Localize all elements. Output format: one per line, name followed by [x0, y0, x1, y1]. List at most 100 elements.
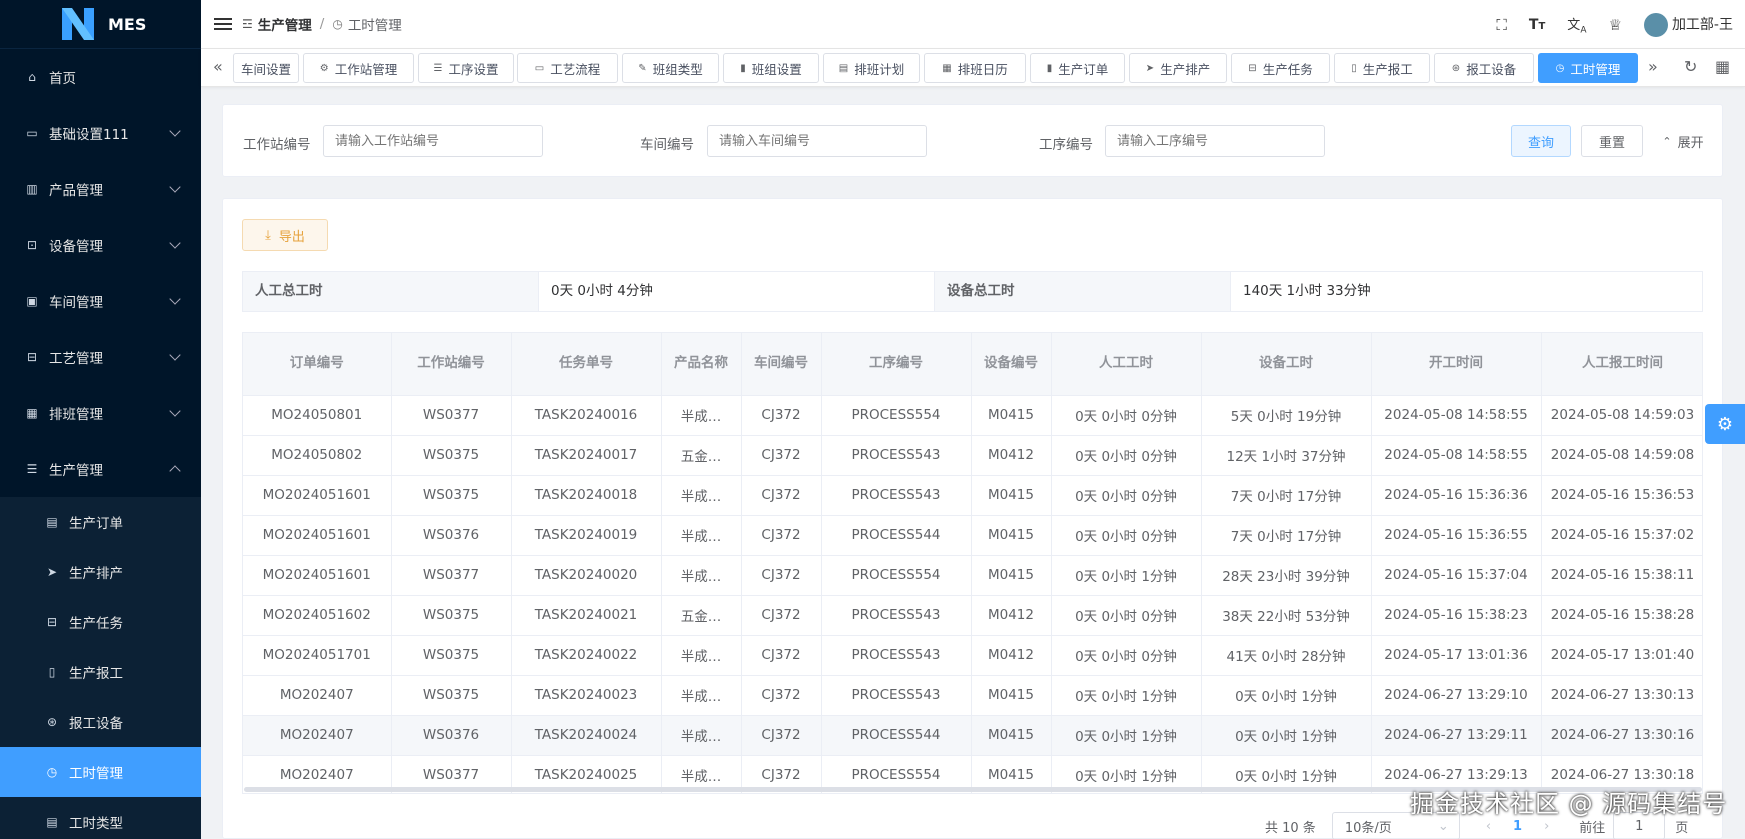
table-cell: M0415 — [971, 395, 1052, 436]
sidebar-subitem[interactable]: ⊟ 生产任务 — [0, 597, 201, 647]
sidebar-subitem[interactable]: ⊛ 报工设备 — [0, 697, 201, 747]
table-cell: CJ372 — [741, 595, 822, 636]
table-cell: TASK20240020 — [511, 555, 662, 596]
process-code-input[interactable] — [1105, 125, 1325, 157]
sidebar-subitem[interactable]: ▤ 生产订单 — [0, 497, 201, 547]
table-cell: 五金… — [661, 595, 742, 636]
table-row[interactable]: MO202407 WS0375 TASK20240023 半成… CJ372 PROCES… — [243, 675, 1702, 716]
tab[interactable]: ▮ 生产订单 — [1030, 53, 1125, 83]
tab-label: 工作站管理 — [334, 61, 398, 77]
tab[interactable]: ▦ 排班日历 — [924, 53, 1026, 83]
logo[interactable]: MES — [0, 0, 201, 49]
bell-icon[interactable]: ♕ — [1608, 16, 1621, 34]
scroll-right-icon[interactable]: » — [1648, 57, 1658, 76]
table-cell: MO202407 — [243, 715, 392, 756]
sidebar-item[interactable]: ☰ 生产管理 — [0, 441, 201, 497]
user-menu[interactable]: 加工部-王 — [1643, 12, 1733, 37]
tab[interactable]: ⊟ 生产任务 — [1231, 53, 1330, 83]
tab[interactable]: ▯ 生产报工 — [1334, 53, 1430, 83]
goto-page-value: 1 — [1635, 818, 1644, 834]
tab[interactable]: ➤ 生产排产 — [1129, 53, 1227, 83]
table-row[interactable]: MO2024051602 WS0375 TASK20240021 五金… CJ372 PR… — [243, 595, 1702, 636]
table-body: MO24050801 WS0377 TASK20240016 半成… CJ372 PROC… — [243, 395, 1702, 793]
export-button[interactable]: ⤓ 导出 — [242, 219, 328, 251]
table-row[interactable]: MO24050801 WS0377 TASK20240016 半成… CJ372 PROC… — [243, 395, 1702, 436]
table-header-row: 订单编号 工作站编号 任务单号 产品名称 车间编号 工序编号 设备编号 人工工时 设备工时 开工时… — [243, 333, 1702, 396]
fullscreen-icon[interactable]: ⛶ — [1496, 16, 1507, 34]
total-count: 共 10 条 — [1265, 820, 1316, 836]
table-row[interactable]: MO202407 WS0376 TASK20240024 半成… CJ372 PROCES… — [243, 715, 1702, 756]
settings-button[interactable]: ⚙ — [1705, 404, 1745, 444]
sidebar-subitem-label: 生产订单 — [69, 516, 123, 532]
tab-label: 工时管理 — [1570, 61, 1621, 77]
sidebar-item[interactable]: ⌂ 首页 — [0, 49, 201, 105]
tab-icon: ▭ — [534, 62, 545, 74]
sidebar-subitem[interactable]: ◷ 工时管理 — [0, 747, 201, 797]
page-number-current[interactable]: 1 — [1513, 819, 1522, 834]
tab[interactable]: ◷ 工时管理 — [1538, 53, 1638, 83]
sidebar-item[interactable]: ▭ 基础设置111 — [0, 105, 201, 161]
table-cell: MO2024051601 — [243, 475, 392, 516]
workshop-code-input[interactable] — [707, 125, 927, 157]
tab[interactable]: ☰ 工序设置 — [418, 53, 514, 83]
query-button[interactable]: 查询 — [1511, 125, 1571, 157]
table-row[interactable]: MO2024051601 WS0377 TASK20240020 半成… CJ372 PR… — [243, 555, 1702, 596]
scroll-left-icon[interactable]: « — [213, 57, 223, 76]
sidebar-menu: ⌂ 首页 ▭ 基础设置111 ▥ 产品管理 ⊡ 设备管理 ▣ 车间管理 ⊟ 工艺管理 ▦ 排班管理 ☰ 生产管… — [0, 49, 201, 839]
briefcase-icon: ⊟ — [46, 615, 58, 629]
tab[interactable]: 车间设置 — [233, 53, 299, 83]
summary-table: 人工总工时 0天 0小时 4分钟 设备总工时 140天 1小时 33分钟 — [242, 271, 1703, 312]
language-icon[interactable]: 文A — [1567, 14, 1586, 36]
expand-button[interactable]: ⌃ 展开 — [1651, 125, 1715, 157]
clock-icon: ◷ — [46, 765, 58, 779]
sidebar-item[interactable]: ⊡ 设备管理 — [0, 217, 201, 273]
tab[interactable]: ⊛ 报工设备 — [1434, 53, 1534, 83]
sidebar-subitem-label: 生产排产 — [69, 566, 123, 582]
tab-label: 工序设置 — [448, 61, 499, 77]
table-cell: CJ372 — [741, 555, 822, 596]
font-size-icon[interactable]: TT — [1529, 17, 1545, 33]
table-cell: MO24050802 — [243, 435, 392, 476]
table-cell: PROCESS554 — [821, 395, 972, 436]
top-navbar: ☲ 生产管理 / ◷ 工时管理 ⛶ TT 文A ♕ 加工部-王 — [201, 0, 1745, 49]
sidebar-item[interactable]: ⊟ 工艺管理 — [0, 329, 201, 385]
table-cell: 2024-05-08 14:59:08 — [1541, 435, 1702, 476]
tab-label: 班组设置 — [751, 61, 802, 77]
table-row[interactable]: MO2024051601 WS0376 TASK20240019 半成… CJ372 PR… — [243, 515, 1702, 556]
table-row[interactable]: MO2024051701 WS0375 TASK20240022 半成… CJ372 PR… — [243, 635, 1702, 676]
table-row[interactable]: MO24050802 WS0375 TASK20240017 五金… CJ372 PROC… — [243, 435, 1702, 476]
sidebar-subitem-label: 工时管理 — [69, 766, 123, 782]
tab[interactable]: ▤ 排班计划 — [823, 53, 920, 83]
tab[interactable]: ⚙ 工作站管理 — [303, 53, 414, 83]
table-cell: 2024-06-27 13:30:16 — [1541, 715, 1702, 756]
reset-button[interactable]: 重置 — [1581, 125, 1643, 157]
sidebar-item[interactable]: ▦ 排班管理 — [0, 385, 201, 441]
tab[interactable]: ▭ 工艺流程 — [517, 53, 618, 83]
column-header: 设备工时 — [1201, 333, 1372, 396]
workstation-code-input[interactable] — [323, 125, 543, 157]
table-cell: 半成… — [661, 395, 742, 436]
column-header: 产品名称 — [661, 333, 742, 396]
sidebar-subitem[interactable]: ▯ 生产报工 — [0, 647, 201, 697]
sidebar: MES ⌂ 首页 ▭ 基础设置111 ▥ 产品管理 ⊡ 设备管理 ▣ 车间管理 ⊟ 工艺管理 ▦ 排班管理… — [0, 0, 201, 839]
tab-label: 生产任务 — [1262, 61, 1313, 77]
sidebar-item[interactable]: ▥ 产品管理 — [0, 161, 201, 217]
clock-icon: ◷ — [332, 17, 343, 31]
hamburger-icon[interactable] — [214, 18, 232, 30]
breadcrumb-item[interactable]: 生产管理 — [258, 14, 312, 34]
refresh-icon[interactable]: ↻ — [1684, 57, 1697, 76]
sidebar-item[interactable]: ▣ 车间管理 — [0, 273, 201, 329]
table-cell: 2024-05-08 14:58:55 — [1371, 435, 1542, 476]
column-header: 开工时间 — [1371, 333, 1542, 396]
grid-menu-icon[interactable]: ▦ — [1715, 57, 1730, 76]
table-cell: 2024-05-16 15:37:02 — [1541, 515, 1702, 556]
table-cell: 0天 0小时 0分钟 — [1051, 395, 1202, 436]
table-cell: 2024-06-27 13:30:13 — [1541, 675, 1702, 716]
sidebar-subitem[interactable]: ▤ 工时类型 — [0, 797, 201, 839]
prev-page-icon[interactable]: ‹ — [1486, 819, 1491, 834]
tab[interactable]: ▮ 班组设置 — [723, 53, 819, 83]
sidebar-subitem[interactable]: ➤ 生产排产 — [0, 547, 201, 597]
table-row[interactable]: MO2024051601 WS0375 TASK20240018 半成… CJ372 PR… — [243, 475, 1702, 516]
tab[interactable]: ✎ 班组类型 — [622, 53, 719, 83]
next-page-icon[interactable]: › — [1544, 819, 1549, 834]
